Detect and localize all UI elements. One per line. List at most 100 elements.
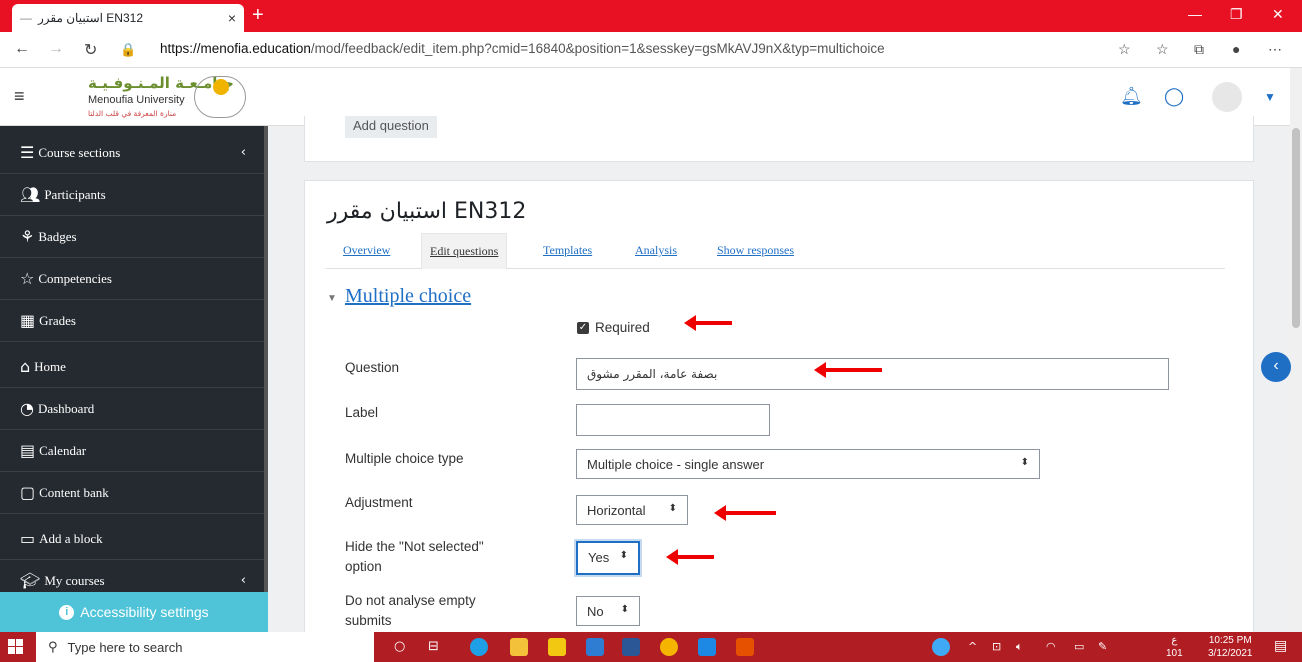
add-question-select[interactable]: Add question [345,116,437,138]
favorite-add-icon[interactable]: ☆ [1118,41,1131,58]
drawer-item-content-bank[interactable]: ▢ Content bank [0,472,268,514]
input-language[interactable]: ع 101 [1166,634,1183,660]
accessibility-label: Accessibility settings [80,604,209,620]
drawer-item-grades[interactable]: ▦ Grades [0,300,268,342]
app-icon[interactable] [698,638,716,656]
drawer-item-dashboard[interactable]: ◔ Dashboard [0,388,268,430]
wifi-icon[interactable]: ◠ [1046,640,1056,653]
battery-icon[interactable]: ▭ [1074,640,1084,653]
word-icon[interactable] [622,638,640,656]
collapse-caret-icon[interactable]: ▼ [327,293,337,304]
collections-icon[interactable]: ⧉ [1194,41,1204,58]
drawer-item-calendar[interactable]: ▤ Calendar [0,430,268,472]
open-block-drawer-button[interactable]: ‹ [1261,352,1291,382]
calendar-icon: ▤ [20,441,36,460]
chevron-left-icon: ‹ [240,145,246,160]
dashboard-icon: ◔ [20,399,34,418]
mortarboard-icon: 🎓︎ [20,571,41,590]
empty-submits-select[interactable]: No ⬍ [576,596,640,626]
address-bar: ← → ↻ 🔒 https://menofia.education/mod/fe… [0,32,1302,68]
avatar[interactable] [1212,82,1242,112]
annotation-arrow [714,505,776,521]
refresh-icon[interactable]: ↻ [84,40,97,60]
clock-time: 10:25 PM [1208,635,1252,646]
notifications-icon[interactable]: 🔔︎ [1120,86,1143,107]
edge-icon[interactable] [470,638,488,656]
taskbar-search[interactable]: ⚲ Type here to search [36,632,374,662]
user-menu-chevron-icon[interactable]: ▼ [1264,90,1276,104]
close-window-icon[interactable]: ✕ [1272,6,1284,23]
required-label: Required [595,320,650,335]
tab-templates[interactable]: Templates [543,243,592,258]
question-input[interactable]: بصفة عامة، المقرر مشوق [576,358,1169,390]
network-icon[interactable]: ⊡ [992,640,1001,653]
drawer-item-add-block[interactable]: ▭ Add a block [0,518,268,560]
cortana-icon[interactable]: ○ [394,639,405,654]
section-title[interactable]: Multiple choice [345,285,471,308]
back-icon[interactable]: ← [14,40,30,58]
annotation-arrow [814,362,882,378]
store-icon[interactable] [548,638,566,656]
search-placeholder: Type here to search [67,639,183,655]
chrome-icon[interactable] [660,638,678,656]
tray-expand-icon[interactable]: ^ [968,640,977,653]
label-input[interactable] [576,404,770,436]
more-icon[interactable]: ⋯ [1268,41,1282,58]
messages-icon[interactable]: ◯ [1164,86,1184,107]
clock[interactable]: 10:25 PM 3/12/2021 [1208,634,1253,660]
empty-label-line2: submits [345,613,392,628]
drawer-item-label: Course sections [38,144,121,160]
task-view-icon[interactable]: ⊟ [428,639,439,654]
tab-overview[interactable]: Overview [343,243,390,258]
tab-show-responses[interactable]: Show responses [717,243,794,258]
file-explorer-icon[interactable] [510,638,528,656]
pen-icon[interactable]: ✎ [1098,640,1107,653]
profile-icon[interactable]: ● [1232,41,1240,57]
favorites-icon[interactable]: ☆ [1156,41,1169,58]
url-field[interactable]: https://menofia.education/mod/feedback/e… [160,41,885,56]
minimize-icon[interactable]: — [1188,6,1202,22]
new-tab-icon[interactable]: + [252,5,264,25]
drawer-item-participants[interactable]: 👥︎ Participants [0,174,268,216]
users-icon: 👥︎ [20,185,41,204]
university-seal-icon [194,76,246,118]
lock-icon[interactable]: 🔒 [120,42,136,58]
media-icon[interactable] [736,638,754,656]
drawer-item-label: Badges [38,228,77,244]
restore-icon[interactable]: ❐ [1230,6,1243,23]
annotation-arrow [684,315,732,331]
hide-not-selected-select[interactable]: Yes ⬍ [576,541,640,575]
site-logo[interactable]: جـامـعـة المـنـوفـيـة Menoufia Universit… [74,74,254,122]
notification-center-icon[interactable]: ▤ [1274,638,1287,654]
drawer-scrollbar[interactable] [264,126,268,592]
clipboard-icon: ▢ [20,483,36,502]
tab-favicon-icon: — [20,11,32,25]
mc-type-label: Multiple choice type [345,451,464,466]
tab-edit-questions[interactable]: Edit questions [421,233,508,269]
required-checkbox[interactable]: ✓ [577,322,589,334]
adjustment-label: Adjustment [345,495,413,510]
question-value: بصفة عامة، المقرر مشوق [587,367,718,381]
url-path: /mod/feedback/edit_item.php?cmid=16840&p… [310,41,885,56]
url-host: https://menofia.education [160,41,311,56]
accessibility-settings-button[interactable]: i Accessibility settings [0,592,268,632]
browser-tab[interactable]: — استبيان مقرر EN312 × [12,4,244,32]
lang-bottom: 101 [1166,648,1183,659]
help-icon[interactable] [932,638,950,656]
forward-icon[interactable]: → [48,40,64,58]
volume-icon[interactable]: 🔈︎ [1016,640,1023,654]
adjustment-select[interactable]: Horizontal ⬍ [576,495,688,525]
page-scrollbar[interactable] [1290,68,1302,632]
mc-type-select[interactable]: Multiple choice - single answer ⬍ [576,449,1040,479]
drawer-item-home[interactable]: ⌂ Home [0,346,268,388]
mail-icon[interactable] [586,638,604,656]
windows-start-icon[interactable] [8,639,24,655]
tab-close-icon[interactable]: × [228,10,236,26]
list-icon: ☰ [20,143,35,162]
drawer-item-badges[interactable]: ⚘ Badges [0,216,268,258]
menu-icon[interactable]: ≡ [14,86,25,107]
drawer-item-competencies[interactable]: ☆ Competencies [0,258,268,300]
drawer-item-course-sections[interactable]: ☰ Course sections ‹ [0,132,268,174]
scrollbar-thumb[interactable] [1292,128,1300,328]
tab-analysis[interactable]: Analysis [635,243,677,258]
